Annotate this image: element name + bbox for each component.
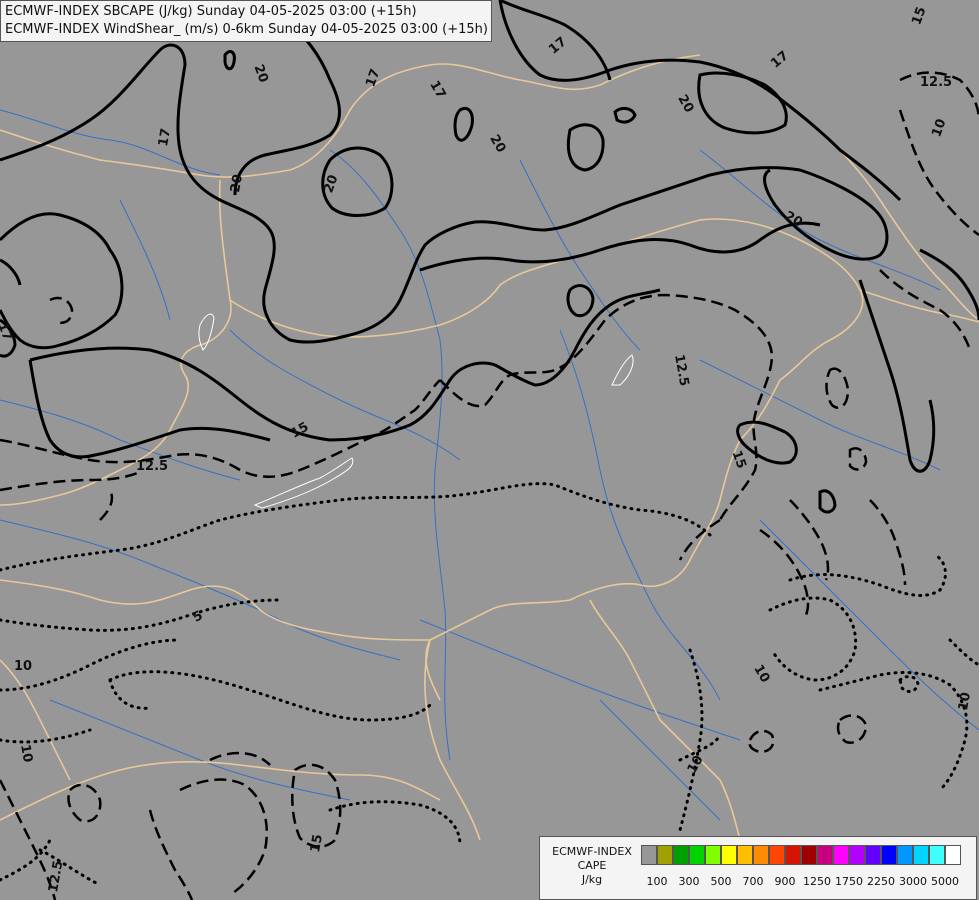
legend-swatch [929,845,945,865]
legend-tick-label: 700 [742,875,764,888]
contour-label: 17 [156,127,174,147]
legend-swatch [897,845,913,865]
legend-title-line: ECMWF-INDEX [552,845,632,858]
legend-ticks: 100 300 500 700 900 1250 1750 2250 3000 5000 [641,875,971,889]
legend-swatches [641,845,961,865]
legend-tick-label: 2250 [867,875,895,888]
legend-swatch [801,845,817,865]
legend-swatch [785,845,801,865]
contour-label: 10 [14,659,32,674]
legend-swatch [705,845,721,865]
legend-swatch [913,845,929,865]
contour-label: 10 [956,691,974,711]
legend-swatch [817,845,833,865]
legend-tick-label: 1750 [835,875,863,888]
cape-legend: ECMWF-INDEX CAPE J/kg 100 300 500 700 900 125… [539,836,977,900]
legend-swatch [673,845,689,865]
legend-swatch [865,845,881,865]
legend-swatch [753,845,769,865]
legend-tick-label: 1250 [803,875,831,888]
title-line-cape: ECMWF-INDEX SBCAPE (J/kg) Sunday 04-05-2… [5,4,417,19]
legend-swatch [769,845,785,865]
legend-swatch [721,845,737,865]
legend-tick-label: 500 [710,875,732,888]
legend-tick-label: 300 [678,875,700,888]
legend-title-line: CAPE [577,859,607,872]
legend-swatch [881,845,897,865]
contour-label: 15 [308,833,326,853]
legend-swatch [657,845,673,865]
legend-swatch [849,845,865,865]
legend-tick-label: 5000 [931,875,959,888]
legend-swatch [689,845,705,865]
legend-swatch [737,845,753,865]
contour-label: 20 [228,173,246,193]
contour-label: 12.5 [136,459,168,474]
weather-map: 20 20 20 20 20 20 17 17 17 17 17 17 15 1… [0,0,979,900]
legend-title-line: J/kg [581,873,603,886]
legend-swatch [945,845,961,865]
legend-tick-label: 100 [646,875,668,888]
contour-label: 12.5 [920,75,952,90]
legend-title: ECMWF-INDEX CAPE J/kg [546,845,638,887]
map-title-box: ECMWF-INDEX SBCAPE (J/kg) Sunday 04-05-2… [0,0,492,42]
legend-swatch [641,845,657,865]
contour-label: 10 [17,743,35,763]
title-line-windshear: ECMWF-INDEX WindShear_ (m/s) 0-6km Sunda… [5,22,488,37]
legend-tick-label: 3000 [899,875,927,888]
legend-swatch [833,845,849,865]
legend-tick-label: 900 [774,875,796,888]
